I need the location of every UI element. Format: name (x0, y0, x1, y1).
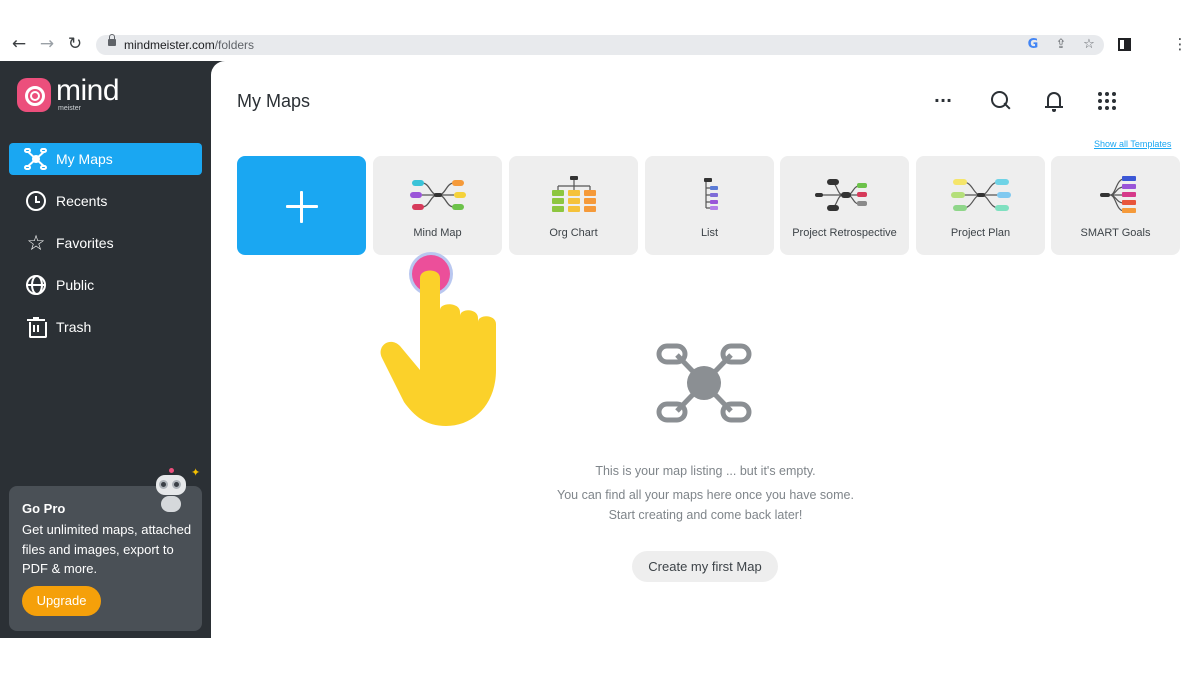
empty-state-subtext: Start creating and come back later! (608, 508, 803, 522)
template-label: List (700, 227, 719, 239)
side-panel-icon[interactable] (1118, 38, 1131, 51)
show-all-templates-link[interactable]: Show all Templates (1094, 139, 1171, 149)
pointing-hand-icon (380, 252, 496, 426)
share-icon[interactable]: ⇪ (1052, 36, 1070, 54)
template-label: Project Plan (950, 227, 1011, 239)
template-list[interactable]: List (645, 156, 774, 255)
arrow-left-icon[interactable]: ← (8, 33, 30, 55)
mind-map-empty-icon (656, 343, 752, 423)
template-project-plan[interactable]: Project Plan (916, 156, 1045, 255)
mind-map-template-icon (410, 180, 466, 210)
sidebar-item-public[interactable]: Public (9, 269, 202, 301)
star-icon[interactable]: ☆ (1080, 36, 1098, 54)
kebab-menu-icon[interactable]: ⋮ (1170, 34, 1190, 54)
globe-icon (26, 275, 46, 295)
create-first-map-button[interactable]: Create my first Map (632, 551, 778, 582)
template-org-chart[interactable]: Org Chart (509, 156, 638, 255)
sidebar: mind meister My Maps Recents ☆ Favorites… (0, 61, 211, 638)
plus-icon (286, 191, 318, 223)
template-label: Org Chart (549, 227, 598, 239)
template-mind-map[interactable]: Mind Map (373, 156, 502, 255)
page-title: My Maps (237, 91, 311, 111)
trash-icon (26, 317, 47, 338)
apps-grid-icon[interactable] (1095, 89, 1119, 113)
address-bar[interactable]: mindmeister.com/folders G ⇪ ☆ (96, 34, 1104, 55)
browser-toolbar: ← → ↻ mindmeister.com/folders G ⇪ ☆ ⋮ (0, 29, 1200, 61)
logo-wordmark: mind (56, 74, 120, 107)
template-label: Mind Map (413, 227, 462, 239)
empty-state-title: This is your map listing ... but it's em… (595, 464, 816, 478)
search-icon[interactable] (988, 89, 1012, 113)
sidebar-item-my-maps[interactable]: My Maps (9, 143, 202, 175)
sidebar-item-label: Favorites (56, 235, 114, 251)
template-label: Project Retrospective (792, 227, 897, 239)
org-chart-template-icon (552, 176, 596, 212)
bell-icon[interactable] (1042, 89, 1066, 113)
logo-subtext: meister (58, 105, 81, 112)
star-icon: ☆ (26, 231, 46, 255)
sidebar-item-label: My Maps (56, 151, 113, 167)
upgrade-button[interactable]: Upgrade (22, 586, 101, 616)
sidebar-item-label: Trash (56, 319, 92, 335)
template-smart-goals[interactable]: SMART Goals (1051, 156, 1180, 255)
project-retrospective-template-icon (815, 179, 867, 211)
mindmeister-logo-icon (17, 78, 51, 112)
project-plan-template-icon (951, 179, 1011, 211)
list-template-icon (704, 178, 718, 210)
new-map-tile[interactable] (237, 156, 366, 255)
go-pro-card: ✦ Go Pro Get unlimited maps, attached fi… (9, 467, 202, 631)
lock-icon (108, 34, 116, 46)
robot-icon: ✦ (152, 466, 202, 516)
sidebar-item-trash[interactable]: Trash (9, 311, 202, 343)
more-icon[interactable]: ··· (931, 89, 955, 113)
sidebar-item-favorites[interactable]: ☆ Favorites (9, 227, 202, 259)
go-pro-text: Get unlimited maps, attached files and i… (22, 522, 192, 576)
reload-icon[interactable]: ↻ (64, 33, 86, 55)
mind-map-icon (24, 148, 47, 170)
empty-state-text: You can find all your maps here once you… (557, 488, 854, 502)
go-pro-title: Go Pro (22, 501, 66, 516)
clock-icon (26, 191, 46, 211)
sidebar-item-label: Public (56, 277, 95, 293)
app: mind meister My Maps Recents ☆ Favorites… (0, 61, 1200, 638)
arrow-right-icon[interactable]: → (36, 33, 58, 55)
smart-goals-template-icon (1100, 176, 1136, 213)
template-label: SMART Goals (1080, 227, 1151, 239)
sidebar-item-recents[interactable]: Recents (9, 185, 202, 217)
template-project-retrospective[interactable]: Project Retrospective (780, 156, 909, 255)
google-icon[interactable]: G (1024, 36, 1042, 54)
sidebar-item-label: Recents (56, 193, 108, 209)
url-text: mindmeister.com/folders (124, 38, 255, 52)
